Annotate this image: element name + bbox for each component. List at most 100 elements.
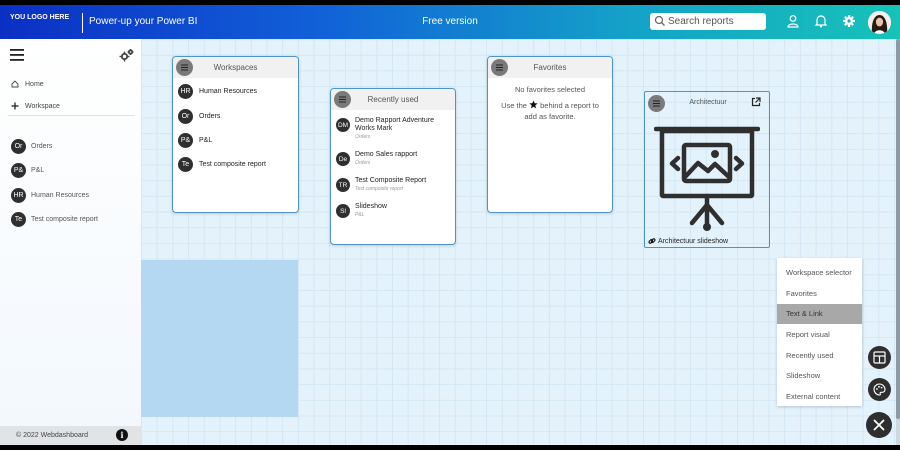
gear-icon[interactable] (842, 14, 856, 28)
workspace-badge: HR (178, 84, 193, 99)
sidebar-divider (8, 115, 135, 116)
theme-button[interactable] (868, 378, 891, 401)
sidebar-report-orders[interactable]: Or Orders (11, 139, 52, 154)
home-icon (11, 80, 19, 88)
report-badge: HR (11, 188, 26, 203)
copyright-text: © 2022 Webdashboard (16, 432, 88, 439)
report-badge: P& (11, 163, 26, 178)
layout-button[interactable] (868, 346, 891, 369)
close-icon (873, 419, 885, 431)
bell-icon[interactable] (814, 14, 828, 28)
avatar-image (868, 11, 891, 34)
search-box[interactable] (650, 13, 766, 30)
recent-report-workspace: P&L (355, 212, 365, 218)
palette-icon (873, 383, 886, 396)
favorites-hint: Use the behind a report to add as favori… (488, 100, 612, 122)
recent-report-item[interactable]: TR Test Composite Report Test composite r… (336, 177, 440, 192)
hamburger-menu-icon[interactable] (10, 49, 24, 61)
dashboard-settings-icon[interactable] (118, 47, 135, 64)
menu-item-workspace-selector[interactable]: Workspace selector (777, 263, 862, 283)
logo-divider (82, 13, 83, 33)
workspace-badge: Te (178, 157, 193, 172)
tagline: Power-up your Power BI (89, 16, 198, 27)
report-label: Test composite report (31, 216, 98, 223)
workspace-item[interactable]: Te Test composite report (178, 157, 266, 172)
recent-report-item[interactable]: Sl Slideshow P&L (336, 203, 440, 218)
nav-label-home: Home (25, 80, 44, 88)
workspaces-widget: Workspaces HR Human Resources Or Orders P&… (172, 56, 299, 213)
workspace-badge: Or (178, 109, 193, 124)
nav-label-workspace: Workspace (25, 102, 60, 110)
presentation-board-icon (654, 126, 760, 231)
widget-title: Favorites (533, 63, 567, 72)
scrollbar-thumb[interactable] (896, 39, 900, 419)
info-icon[interactable]: i (116, 429, 128, 441)
menu-item-external-content[interactable]: External content (777, 387, 862, 407)
user-icon[interactable] (786, 14, 800, 28)
report-badge: Sl (336, 204, 350, 218)
report-badge: TR (336, 178, 350, 192)
widget-header: Recently used (331, 89, 455, 110)
recently-used-widget: Recently used DM Demo Rapport Adventure … (330, 88, 456, 245)
widget-title: Workspaces (213, 63, 258, 72)
layout-icon (873, 351, 886, 364)
workspace-item[interactable]: Or Orders (178, 109, 220, 124)
menu-item-report-visual[interactable]: Report visual (777, 325, 862, 345)
plus-icon (11, 102, 19, 110)
report-label: P&L (31, 167, 45, 174)
report-badge: De (336, 152, 350, 166)
nav-item-home[interactable]: Home (11, 80, 44, 88)
widget-header: Favorites (488, 57, 612, 78)
workspace-label: P&L (199, 137, 213, 144)
slideshow-caption-text: Architectuur slideshow (658, 237, 729, 245)
slideshow-widget: Architectuur Architectuur slideshow (644, 91, 770, 248)
recent-report-name: Demo Rapport Adventure Works Mark (355, 117, 434, 132)
logo: YOU LOGO HERE (10, 14, 70, 21)
star-icon (529, 100, 538, 109)
add-widget-menu: Workspace selector Favorites Text & Link… (777, 258, 862, 406)
report-badge: Or (11, 139, 26, 154)
workspace-item[interactable]: P& P&L (178, 133, 212, 148)
external-link-icon[interactable] (751, 97, 761, 107)
widget-header: Workspaces (173, 57, 298, 78)
report-label: Human Resources (31, 192, 89, 199)
workspace-item[interactable]: HR Human Resources (178, 84, 257, 99)
widget-title: Recently used (367, 95, 419, 104)
report-badge: DM (336, 118, 350, 132)
recent-report-workspace: Orders (355, 160, 371, 166)
recent-report-workspace: Test composite report (355, 186, 403, 192)
favorites-empty-text: No favorites selected (514, 85, 586, 94)
workspace-label: Orders (199, 113, 221, 120)
sidebar-footer: © 2022 Webdashboard i (0, 426, 141, 445)
workspace-label: Human Resources (199, 88, 257, 95)
avatar[interactable] (868, 11, 891, 34)
sidebar: Home Workspace Or Orders P& P&L HR Human… (0, 39, 141, 445)
recent-report-item[interactable]: DM Demo Rapport Adventure Works Mark Orde… (336, 117, 440, 140)
menu-item-favorites[interactable]: Favorites (777, 284, 862, 304)
app-window: YOU LOGO HERE Power-up your Power BI Fre… (0, 5, 900, 445)
recent-report-name: Demo Sales rapport (355, 151, 418, 158)
favorites-widget: Favorites No favorites selected Use the … (487, 56, 613, 213)
menu-item-slideshow[interactable]: Slideshow (777, 366, 862, 386)
report-badge: Te (11, 212, 26, 227)
favorites-hint-before: Use the (501, 101, 527, 110)
slideshow-link[interactable]: Architectuur slideshow (648, 237, 728, 245)
workspace-label: Test composite report (199, 161, 266, 168)
widget-drop-placeholder (141, 260, 298, 417)
link-icon (648, 238, 656, 244)
sidebar-report-human-resources[interactable]: HR Human Resources (11, 188, 89, 203)
close-menu-button[interactable] (866, 412, 892, 438)
sidebar-report-pl[interactable]: P& P&L (11, 163, 44, 178)
recent-report-workspace: Orders (355, 134, 371, 140)
search-icon (654, 15, 665, 26)
nav-item-workspace[interactable]: Workspace (11, 102, 60, 110)
recent-report-item[interactable]: De Demo Sales rapport Orders (336, 151, 440, 166)
workspace-badge: P& (178, 133, 193, 148)
search-input[interactable] (668, 14, 762, 29)
report-label: Orders (31, 143, 53, 150)
scrollbar[interactable] (896, 39, 900, 445)
recent-report-name: Slideshow (355, 203, 387, 210)
sidebar-report-test-composite[interactable]: Te Test composite report (11, 212, 98, 227)
menu-item-text-link[interactable]: Text & Link (777, 304, 862, 324)
menu-item-recently-used[interactable]: Recently used (777, 346, 862, 366)
